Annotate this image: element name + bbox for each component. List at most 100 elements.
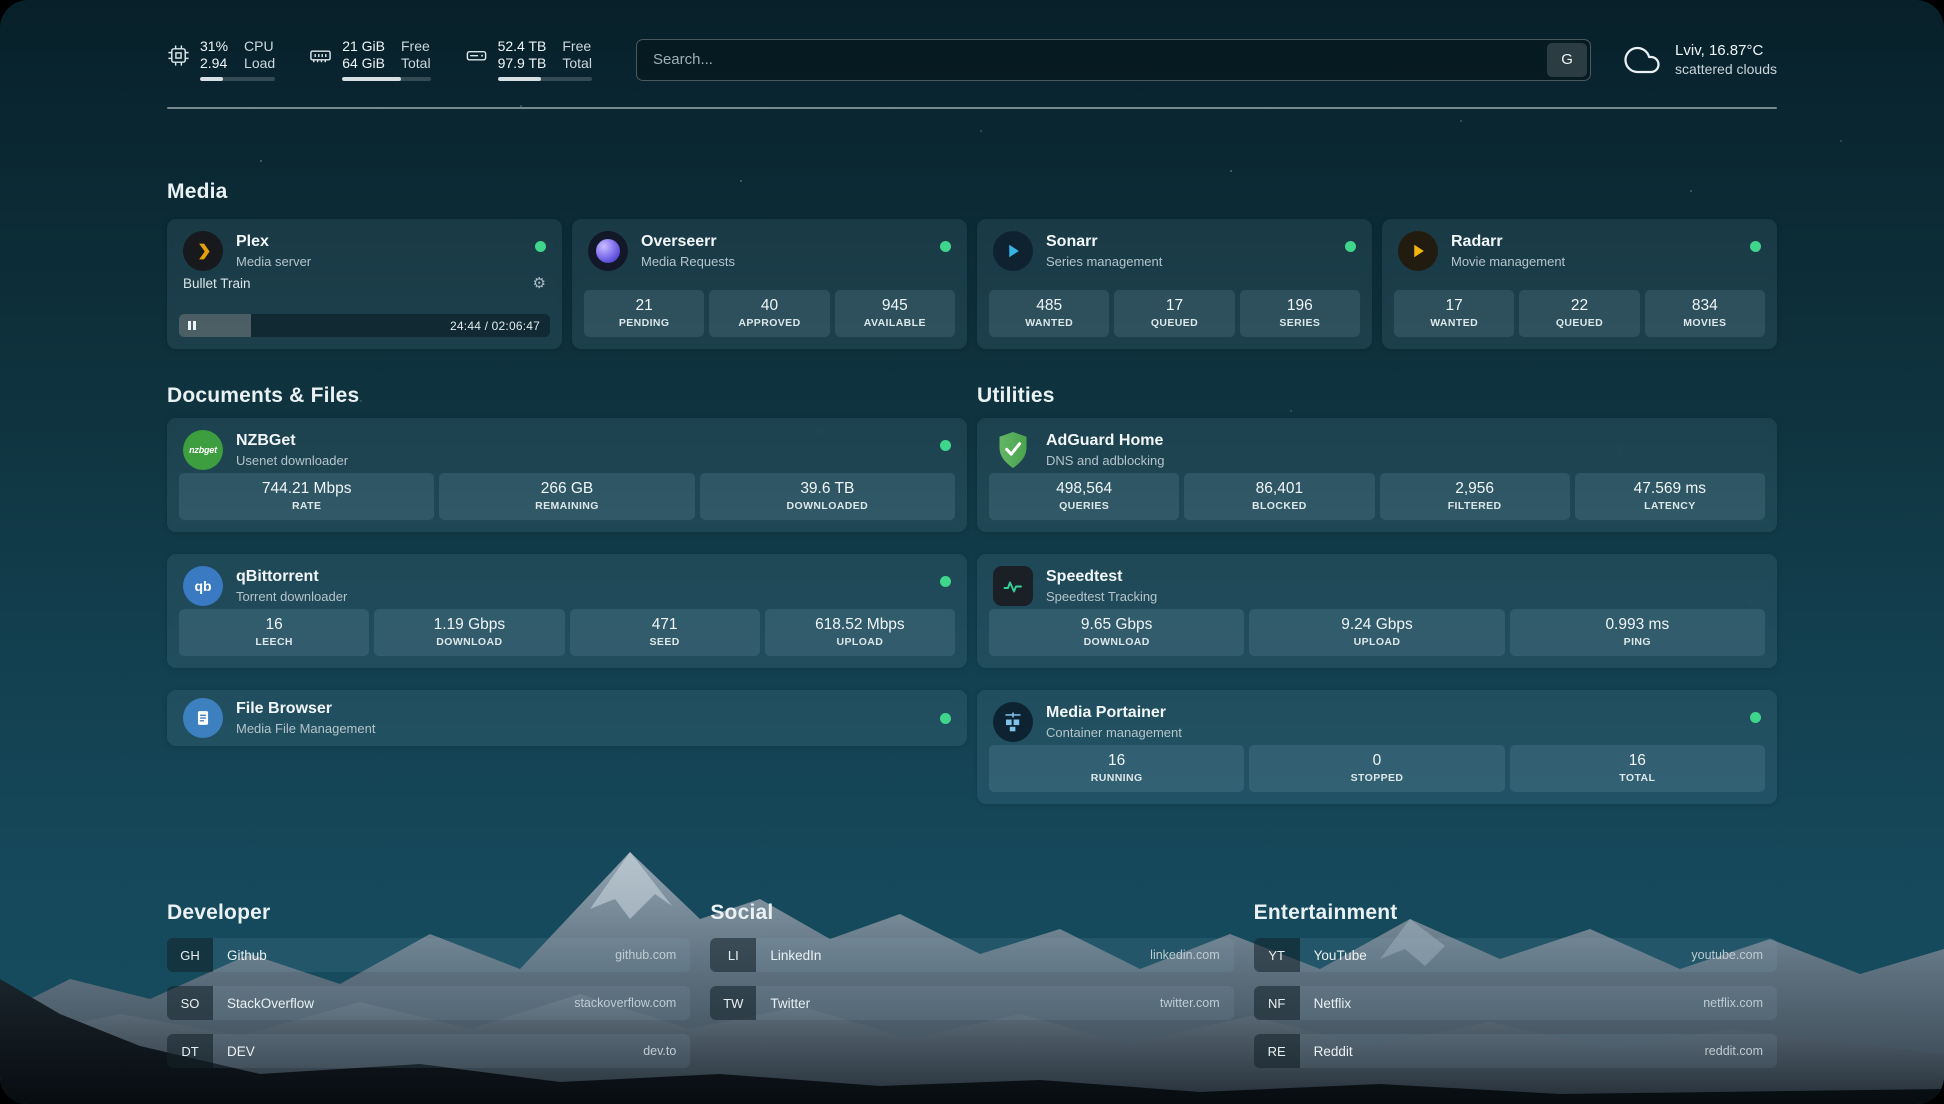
dashboard-content: 31% CPU 2.94 Load [0, 0, 1944, 1104]
service-name: Sonarr [1046, 232, 1162, 252]
bookmark-url: reddit.com [1705, 1044, 1763, 1058]
stat-value: 40 [713, 296, 825, 315]
bookmark-github[interactable]: GH Github github.com [167, 938, 690, 972]
bookmark-twitter[interactable]: TW Twitter twitter.com [710, 986, 1233, 1020]
stat-label: QUERIES [993, 500, 1175, 513]
stat-value: 16 [993, 751, 1240, 770]
stat-label: PING [1514, 636, 1761, 649]
stat-value: 266 GB [443, 479, 690, 498]
portainer-icon [993, 702, 1033, 742]
cpu-icon [167, 38, 190, 67]
cpu-progress-fill [200, 77, 223, 81]
stat-box: 471 SEED [570, 609, 760, 656]
service-card-speedtest[interactable]: Speedtest Speedtest Tracking 9.65 Gbps D… [977, 554, 1777, 668]
stat-label: AVAILABLE [839, 317, 951, 330]
bookmark-url: dev.to [643, 1044, 676, 1058]
bookmark-label: Reddit [1314, 1044, 1353, 1059]
service-card-portainer[interactable]: Media Portainer Container management 16 … [977, 690, 1777, 804]
stat-value: 471 [574, 615, 756, 634]
stat-value: 22 [1523, 296, 1635, 315]
stat-label: UPLOAD [769, 636, 951, 649]
stat-box: 1.19 Gbps DOWNLOAD [374, 609, 564, 656]
bookmarks-section: Developer GH Github github.com SO StackO… [167, 900, 1777, 1082]
stat-value: 17 [1398, 296, 1510, 315]
stat-value: 9.65 Gbps [993, 615, 1240, 634]
memory-icon [309, 38, 332, 67]
bookmark-dev[interactable]: DT DEV dev.to [167, 1034, 690, 1068]
bookmark-abbr: RE [1254, 1034, 1300, 1068]
playback-time: 24:44 / 02:06:47 [450, 319, 540, 333]
bookmark-label: Netflix [1314, 996, 1352, 1011]
bookmark-url: twitter.com [1160, 996, 1220, 1010]
bookmark-linkedin[interactable]: LI LinkedIn linkedin.com [710, 938, 1233, 972]
stat-box: 9.24 Gbps UPLOAD [1249, 609, 1504, 656]
column-utilities: Utilities [977, 383, 1777, 826]
media-card-row: Plex Media server Bullet Train ⚙ 24:44 /… [167, 219, 1777, 349]
bookmark-youtube[interactable]: YT YouTube youtube.com [1254, 938, 1777, 972]
bookmark-stackoverflow[interactable]: SO StackOverflow stackoverflow.com [167, 986, 690, 1020]
bookmark-abbr: DT [167, 1034, 213, 1068]
stat-label: WANTED [993, 317, 1105, 330]
stat-label: UPLOAD [1253, 636, 1500, 649]
service-card-nzbget[interactable]: nzbget NZBGet Usenet downloader 744.21 M… [167, 418, 967, 532]
playback-bar[interactable]: 24:44 / 02:06:47 [179, 314, 550, 337]
bookmark-label: StackOverflow [227, 996, 314, 1011]
stat-label: FILTERED [1384, 500, 1566, 513]
bookmark-abbr: YT [1254, 938, 1300, 972]
stat-value: 744.21 Mbps [183, 479, 430, 498]
stat-label: WANTED [1398, 317, 1510, 330]
stats-row: 21 PENDING 40 APPROVED 945 AVAILABLE [572, 290, 967, 349]
stat-label: PENDING [588, 317, 700, 330]
now-playing-title: Bullet Train [183, 276, 251, 291]
stats-row: 16 RUNNING 0 STOPPED 16 TOTAL [977, 745, 1777, 804]
stat-label: MOVIES [1649, 317, 1761, 330]
stat-value: 834 [1649, 296, 1761, 315]
pause-icon[interactable] [188, 321, 196, 330]
stat-box: 40 APPROVED [709, 290, 829, 337]
stat-box: 945 AVAILABLE [835, 290, 955, 337]
cpu-usage-label: CPU [244, 38, 275, 55]
service-card-sonarr[interactable]: Sonarr Series management 485 WANTED 17 Q… [977, 219, 1372, 349]
search-input[interactable] [637, 51, 1547, 68]
memory-free-label: Free [401, 38, 431, 55]
service-name: Plex [236, 232, 311, 252]
stat-value: 47.569 ms [1579, 479, 1761, 498]
service-subtitle: Torrent downloader [236, 588, 347, 605]
gear-icon[interactable]: ⚙ [533, 276, 546, 291]
stat-value: 618.52 Mbps [769, 615, 951, 634]
bookmark-group-developer: Developer GH Github github.com SO StackO… [167, 900, 690, 1082]
status-dot [1345, 241, 1356, 252]
stats-row: 485 WANTED 17 QUEUED 196 SERIES [977, 290, 1372, 349]
service-name: AdGuard Home [1046, 431, 1165, 451]
bookmark-url: youtube.com [1691, 948, 1763, 962]
status-dot [940, 241, 951, 252]
stat-value: 485 [993, 296, 1105, 315]
radarr-icon [1398, 231, 1438, 271]
stat-label: QUEUED [1118, 317, 1230, 330]
disk-total-value: 97.9 TB [498, 55, 547, 72]
cloud-icon [1621, 42, 1663, 78]
sonarr-icon [993, 231, 1033, 271]
stat-box: 834 MOVIES [1645, 290, 1765, 337]
bookmark-reddit[interactable]: RE Reddit reddit.com [1254, 1034, 1777, 1068]
service-card-plex[interactable]: Plex Media server Bullet Train ⚙ 24:44 /… [167, 219, 562, 349]
bookmark-abbr: SO [167, 986, 213, 1020]
stats-row: 498,564 QUERIES 86,401 BLOCKED 2,956 FIL… [977, 473, 1777, 532]
stat-label: SEED [574, 636, 756, 649]
bookmark-netflix[interactable]: NF Netflix netflix.com [1254, 986, 1777, 1020]
stat-box: 2,956 FILTERED [1380, 473, 1570, 520]
stat-box: 9.65 Gbps DOWNLOAD [989, 609, 1244, 656]
service-name: File Browser [236, 699, 375, 719]
service-card-radarr[interactable]: Radarr Movie management 17 WANTED 22 QUE… [1382, 219, 1777, 349]
service-card-overseerr[interactable]: Overseerr Media Requests 21 PENDING 40 A… [572, 219, 967, 349]
service-card-adguard[interactable]: AdGuard Home DNS and adblocking 498,564 … [977, 418, 1777, 532]
service-card-filebrowser[interactable]: File Browser Media File Management [167, 690, 967, 746]
stat-label: RATE [183, 500, 430, 513]
service-subtitle: Series management [1046, 253, 1162, 270]
service-card-qbittorrent[interactable]: qb qBittorrent Torrent downloader 16 LEE… [167, 554, 967, 668]
status-dot [940, 713, 951, 724]
search-bar: G [636, 39, 1591, 81]
search-provider-button[interactable]: G [1547, 43, 1587, 77]
stat-label: TOTAL [1514, 772, 1761, 785]
bookmark-url: netflix.com [1703, 996, 1763, 1010]
